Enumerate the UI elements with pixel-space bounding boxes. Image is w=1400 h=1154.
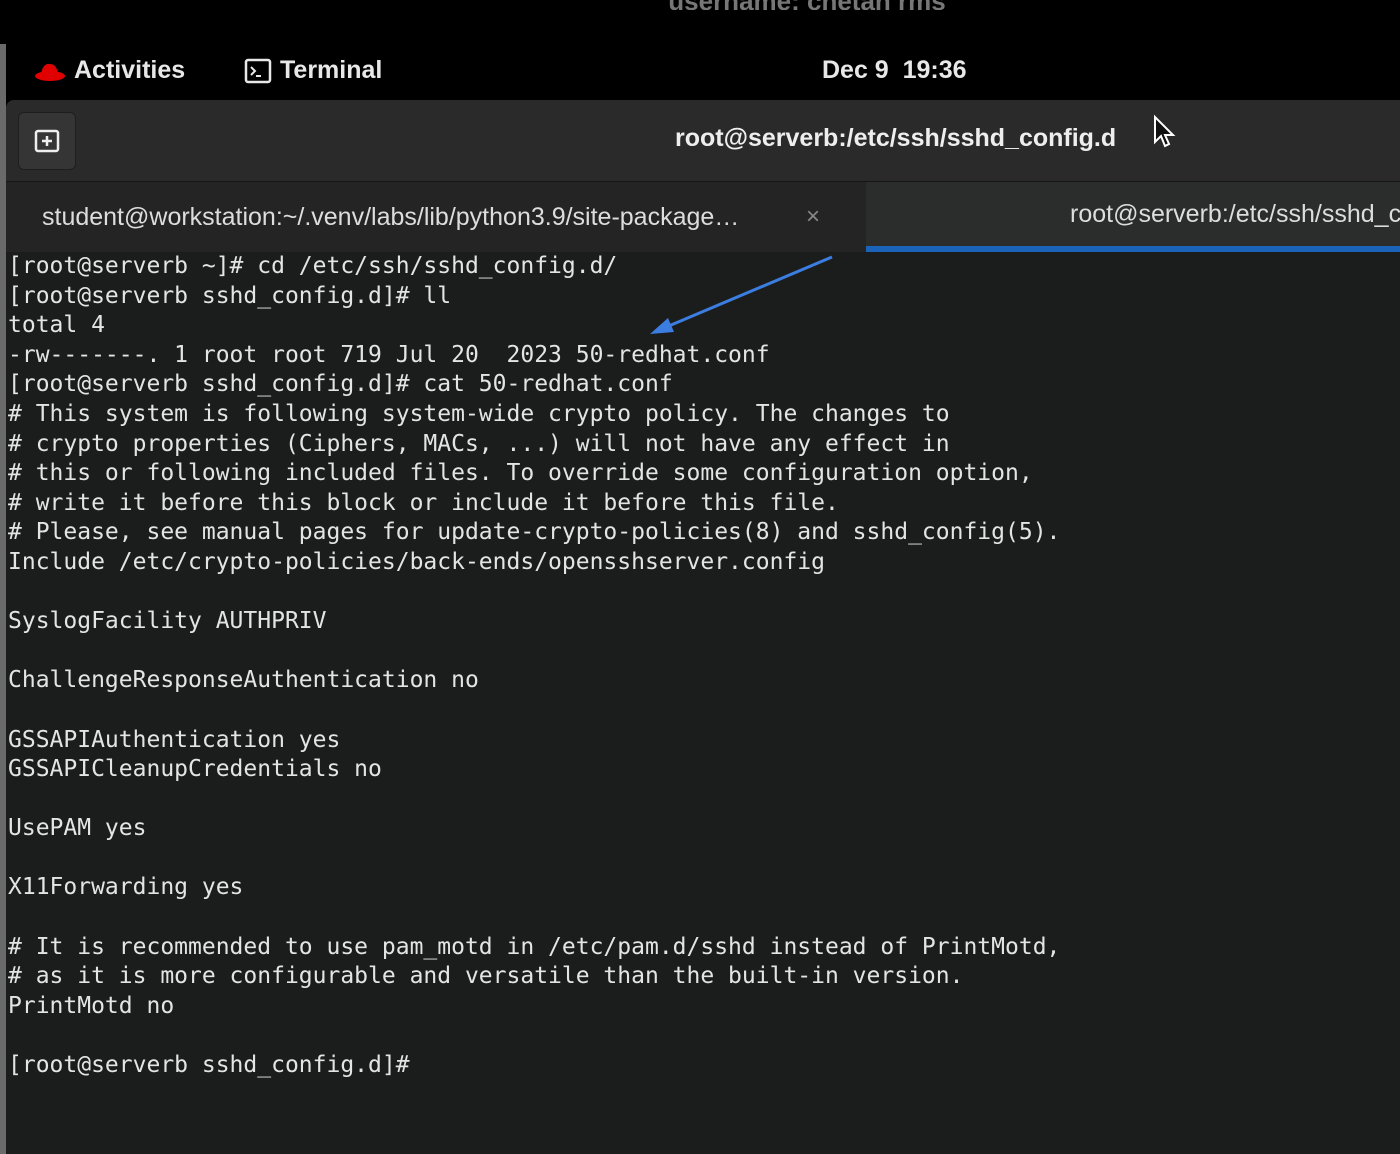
tab-workstation[interactable]: student@workstation:~/.venv/labs/lib/pyt…	[6, 182, 866, 252]
terminal-line: SyslogFacility AUTHPRIV	[8, 608, 327, 635]
tab-label: student@workstation:~/.venv/labs/lib/pyt…	[42, 202, 740, 231]
terminal-line: UsePAM yes	[8, 815, 147, 842]
terminal-line: GSSAPIAuthentication yes	[8, 726, 341, 753]
overlay-caption: username: chetan rms	[0, 0, 1400, 10]
terminal-output[interactable]: [root@serverb ~]# cd /etc/ssh/sshd_confi…	[8, 252, 1060, 1081]
terminal-line: # It is recommended to use pam_motd in /…	[8, 933, 1061, 960]
terminal-icon	[244, 58, 272, 83]
tab-label: root@serverb:/etc/ssh/sshd_config.d	[1070, 199, 1400, 228]
terminal-line: # This system is following system-wide c…	[8, 400, 950, 427]
clock[interactable]: Dec 9 19:36	[822, 56, 967, 85]
gnome-top-bar: Activities Terminal Dec 9 19:36	[6, 44, 1400, 100]
terminal-line: total 4	[8, 312, 105, 339]
terminal-line: [root@serverb sshd_config.d]# ll	[8, 282, 452, 309]
redhat-logo-icon	[35, 63, 65, 81]
terminal-line: # crypto properties (Ciphers, MACs, ...)…	[8, 430, 950, 457]
terminal-app-menu[interactable]: Terminal	[244, 56, 382, 85]
terminal-window: root@serverb:/etc/ssh/sshd_config.d stud…	[6, 100, 1400, 1154]
tab-serverb-active[interactable]: root@serverb:/etc/ssh/sshd_config.d	[866, 182, 1400, 252]
terminal-line: Include /etc/crypto-policies/back-ends/o…	[8, 548, 825, 575]
terminal-line: [root@serverb sshd_config.d]#	[8, 1052, 410, 1079]
terminal-line: [root@serverb sshd_config.d]# cat 50-red…	[8, 371, 673, 398]
window-header: root@serverb:/etc/ssh/sshd_config.d	[6, 100, 1400, 182]
terminal-line: X11Forwarding yes	[8, 874, 244, 901]
terminal-line: # Please, see manual pages for update-cr…	[8, 519, 1061, 546]
close-tab-icon[interactable]: ×	[806, 203, 820, 231]
window-title: root@serverb:/etc/ssh/sshd_config.d	[675, 124, 1117, 152]
terminal-line: -rw-------. 1 root root 719 Jul 20 2023 …	[8, 341, 770, 368]
terminal-line: PrintMotd no	[8, 992, 175, 1019]
terminal-line: # this or following included files. To o…	[8, 460, 1033, 487]
terminal-line: GSSAPICleanupCredentials no	[8, 756, 382, 783]
activities-button[interactable]: Activities	[34, 56, 185, 85]
new-tab-button[interactable]	[18, 112, 76, 170]
terminal-line: [root@serverb ~]# cd /etc/ssh/sshd_confi…	[8, 253, 618, 279]
terminal-app-label: Terminal	[280, 56, 383, 84]
activities-label: Activities	[74, 56, 186, 84]
terminal-line: ChallengeResponseAuthentication no	[8, 667, 479, 694]
terminal-line: # as it is more configurable and versati…	[8, 963, 964, 990]
mouse-pointer-icon	[1154, 114, 1176, 148]
tab-bar: student@workstation:~/.venv/labs/lib/pyt…	[6, 182, 1400, 252]
new-tab-icon	[34, 129, 60, 153]
terminal-line: # write it before this block or include …	[8, 489, 839, 516]
